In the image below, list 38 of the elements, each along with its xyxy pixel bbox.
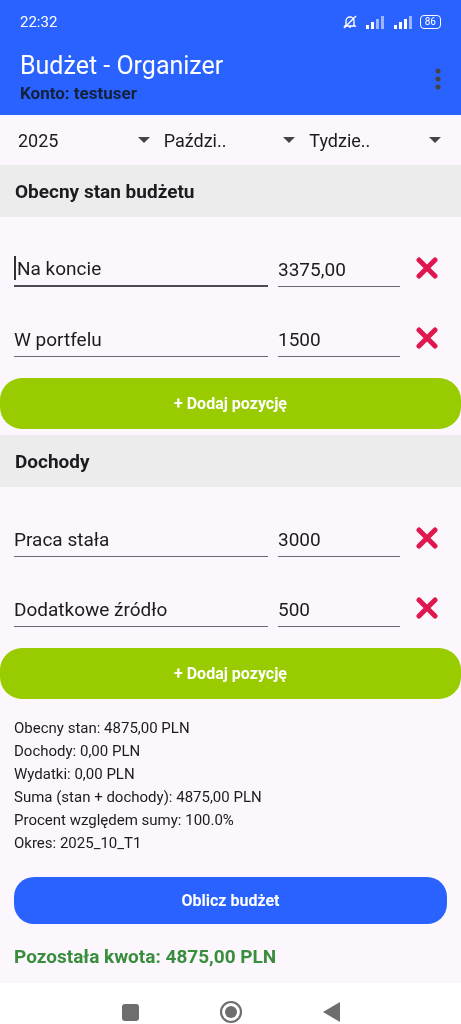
delete-icon[interactable] bbox=[416, 257, 438, 279]
dropdown[interactable]: Tydzie.. bbox=[309, 129, 441, 151]
delete-icon[interactable] bbox=[416, 527, 438, 549]
summary-line: Okres: 2025_10_T1 bbox=[14, 833, 143, 854]
account-label: Konto: testuser bbox=[20, 82, 138, 104]
recents-icon[interactable] bbox=[121, 1003, 139, 1021]
input-field[interactable]: 500 bbox=[278, 594, 400, 627]
section-header: Dochody bbox=[0, 435, 461, 487]
result-text: Pozostała kwota: 4875,00 PLN bbox=[13, 944, 278, 970]
input-field[interactable]: Dodatkowe źródło bbox=[14, 594, 268, 627]
input-field[interactable]: W portfelu bbox=[14, 324, 268, 357]
section-header: Obecny stan budżetu bbox=[0, 165, 461, 217]
calculate-button[interactable]: Oblicz budżet bbox=[14, 877, 447, 924]
delete-icon[interactable] bbox=[416, 327, 438, 349]
input-field[interactable]: Praca stała bbox=[14, 524, 268, 557]
input-field[interactable]: 1500 bbox=[278, 324, 400, 357]
summary-line: Obecny stan: 4875,00 PLN bbox=[14, 718, 191, 739]
caret-icon bbox=[429, 137, 441, 143]
home-icon[interactable] bbox=[218, 1000, 243, 1024]
caret-icon bbox=[137, 137, 150, 143]
signal-icon bbox=[363, 15, 386, 29]
dropdown[interactable]: Paździ.. bbox=[163, 129, 296, 151]
summary-line: Wydatki: 0,00 PLN bbox=[14, 764, 136, 785]
clock: 22:32 bbox=[20, 13, 58, 31]
battery-indicator: 86 bbox=[419, 15, 441, 29]
delete-icon[interactable] bbox=[416, 597, 438, 619]
signal-icon bbox=[391, 15, 414, 29]
summary-line: Suma (stan + dochody): 4875,00 PLN bbox=[14, 787, 263, 808]
app-title: Budżet - Organizer bbox=[20, 50, 224, 82]
input-field[interactable]: Na koncie bbox=[14, 253, 268, 287]
input-field[interactable]: 3000 bbox=[278, 524, 400, 557]
summary-line: Dochody: 0,00 PLN bbox=[14, 741, 142, 762]
back-icon[interactable] bbox=[322, 1002, 340, 1022]
input-field[interactable]: 3375,00 bbox=[278, 254, 400, 287]
caret-icon bbox=[283, 137, 296, 143]
summary-line: Procent względem sumy: 100.0% bbox=[14, 810, 235, 831]
dropdown[interactable]: 2025 bbox=[18, 129, 150, 151]
muted-bell-icon bbox=[341, 14, 358, 30]
